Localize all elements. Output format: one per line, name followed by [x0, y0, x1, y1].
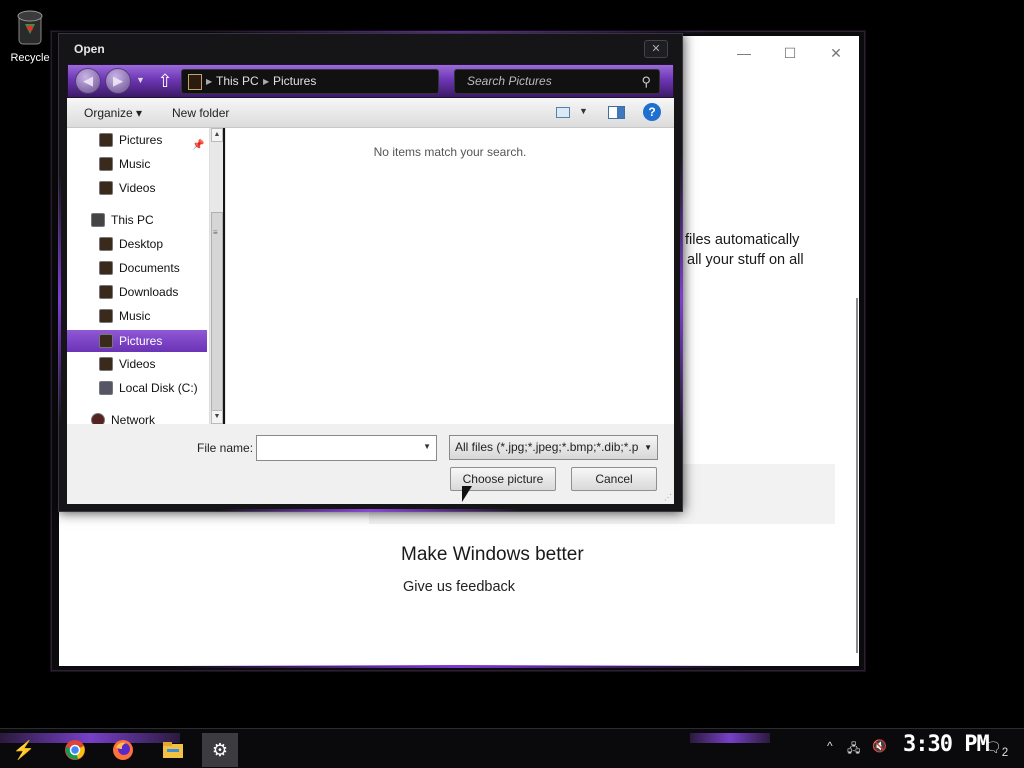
resize-grip-icon[interactable]: ⋰ — [664, 493, 672, 502]
settings-description-line1: files automatically — [685, 232, 800, 248]
recycle-bin-shortcut[interactable]: Recycle — [6, 6, 54, 64]
navigation-pane: Pictures 📌 Music Videos This PC Desktop D… — [67, 128, 209, 427]
navigation-bar: ◀ ▶ ▼ ⇧ ▶ This PC ▶ Pictures Search Pict… — [67, 64, 674, 98]
breadcrumb-chevron-icon[interactable]: ▶ — [206, 70, 212, 93]
close-button[interactable]: ✕ — [813, 42, 859, 64]
file-type-select[interactable]: All files (*.jpg;*.jpeg;*.bmp;*.dib;*.p … — [449, 435, 658, 460]
documents-icon — [99, 261, 113, 275]
nav-item-desktop[interactable]: Desktop — [67, 233, 207, 255]
scroll-grip-icon: ≡ — [213, 228, 218, 237]
nav-item-videos[interactable]: Videos — [67, 353, 207, 375]
back-arrow-icon[interactable]: ◀ — [75, 68, 101, 94]
file-name-label: File name: — [197, 441, 254, 455]
nav-item-downloads[interactable]: Downloads — [67, 281, 207, 303]
search-input[interactable]: Search Pictures ⚲ — [454, 69, 660, 94]
file-type-chevron-icon: ▼ — [644, 443, 652, 452]
taskbar-accent-right — [690, 733, 770, 743]
navigation-scrollbar[interactable]: ▲ ≡ ▼ — [209, 128, 223, 424]
file-explorer-icon[interactable] — [155, 733, 191, 767]
nav-item-videos-quick[interactable]: Videos — [67, 177, 207, 199]
view-options-chevron-icon[interactable]: ▼ — [579, 106, 588, 116]
command-toolbar: Organize ▾ New folder ▼ ? — [67, 98, 674, 128]
scroll-up-arrow-icon[interactable]: ▲ — [211, 128, 223, 142]
cancel-button[interactable]: Cancel — [571, 467, 657, 491]
chrome-icon[interactable] — [57, 733, 93, 767]
dialog-close-button[interactable]: ✕ — [644, 40, 668, 58]
file-type-value: All files (*.jpg;*.jpeg;*.bmp;*.dib;*.p — [455, 440, 639, 454]
dialog-footer: File name: ▼ All files (*.jpg;*.jpeg;*.b… — [67, 424, 674, 504]
feedback-link[interactable]: Give us feedback — [403, 579, 515, 595]
frame-accent-bottom — [172, 665, 744, 668]
desktop-icon — [99, 237, 113, 251]
settings-scrollbar[interactable] — [856, 298, 858, 653]
change-view-icon[interactable] — [556, 107, 570, 118]
nav-item-music[interactable]: Music — [67, 305, 207, 327]
help-icon[interactable]: ? — [643, 103, 661, 121]
breadcrumb-chevron-icon[interactable]: ▶ — [263, 70, 269, 93]
recycle-bin-icon — [13, 6, 47, 48]
system-clock[interactable]: 3:30 PM — [903, 732, 990, 757]
firefox-icon[interactable] — [105, 733, 141, 767]
breadcrumb-this-pc[interactable]: This PC — [216, 70, 259, 93]
new-folder-button[interactable]: New folder — [172, 106, 229, 120]
empty-results-message: No items match your search. — [373, 145, 527, 159]
pictures-icon — [99, 133, 113, 147]
open-dialog: Open ✕ ◀ ▶ ▼ ⇧ ▶ This PC ▶ Pictures Sear… — [58, 33, 683, 512]
settings-description-line2: all your stuff on all — [687, 252, 804, 268]
settings-gear-icon[interactable]: ⚙ — [202, 733, 238, 767]
volume-muted-icon[interactable]: 🔇 — [872, 739, 887, 753]
notification-center-icon[interactable]: 🗨2 — [984, 739, 1008, 759]
scroll-thumb[interactable] — [211, 212, 223, 422]
breadcrumb-pictures[interactable]: Pictures — [273, 70, 316, 93]
nav-item-local-disk[interactable]: Local Disk (C:) — [67, 377, 207, 399]
address-bar[interactable]: ▶ This PC ▶ Pictures — [181, 69, 439, 94]
videos-icon — [99, 357, 113, 371]
start-button-icon[interactable]: ⚡ — [6, 733, 42, 767]
up-arrow-icon[interactable]: ⇧ — [156, 70, 174, 92]
computer-icon — [91, 213, 105, 227]
scroll-down-arrow-icon[interactable]: ▼ — [211, 410, 223, 424]
organize-button[interactable]: Organize ▾ — [84, 106, 142, 120]
music-icon — [99, 157, 113, 171]
network-disconnected-icon[interactable]: 🖧 — [847, 739, 860, 760]
minimize-button[interactable]: — — [721, 42, 767, 64]
dialog-title: Open — [74, 42, 105, 56]
file-name-dropdown-icon[interactable]: ▼ — [423, 442, 431, 451]
nav-item-music-quick[interactable]: Music — [67, 153, 207, 175]
preview-pane-icon[interactable] — [608, 106, 625, 119]
maximize-button[interactable]: ☐ — [767, 42, 813, 64]
taskbar: ⚡ ⚙ ^ 🖧 🔇 3:30 PM 🗨2 — [0, 728, 1024, 768]
show-hidden-icons-chevron-icon[interactable]: ^ — [827, 739, 833, 753]
mouse-cursor-icon — [462, 486, 472, 502]
drive-icon — [99, 381, 113, 395]
recycle-bin-label: Recycle — [10, 52, 50, 64]
nav-item-this-pc[interactable]: This PC — [67, 209, 207, 231]
search-placeholder: Search Pictures — [467, 74, 552, 88]
recent-locations-chevron-icon[interactable]: ▼ — [136, 75, 145, 85]
notification-count: 2 — [1001, 745, 1009, 759]
videos-icon — [99, 181, 113, 195]
dialog-accent-right — [680, 154, 683, 444]
music-icon — [99, 309, 113, 323]
nav-item-pictures-quick[interactable]: Pictures 📌 — [67, 129, 207, 151]
pictures-icon — [99, 334, 113, 348]
section-heading: Make Windows better — [401, 544, 584, 565]
file-list[interactable]: No items match your search. — [225, 128, 674, 424]
file-name-input[interactable]: ▼ — [256, 435, 437, 461]
search-icon[interactable]: ⚲ — [641, 70, 651, 93]
dialog-accent-bottom — [219, 509, 522, 512]
dialog-accent-left — [58, 174, 61, 424]
nav-item-documents[interactable]: Documents — [67, 257, 207, 279]
pictures-folder-icon — [188, 74, 202, 90]
nav-item-pictures[interactable]: Pictures — [67, 330, 207, 352]
forward-arrow-icon[interactable]: ▶ — [105, 68, 131, 94]
downloads-icon — [99, 285, 113, 299]
